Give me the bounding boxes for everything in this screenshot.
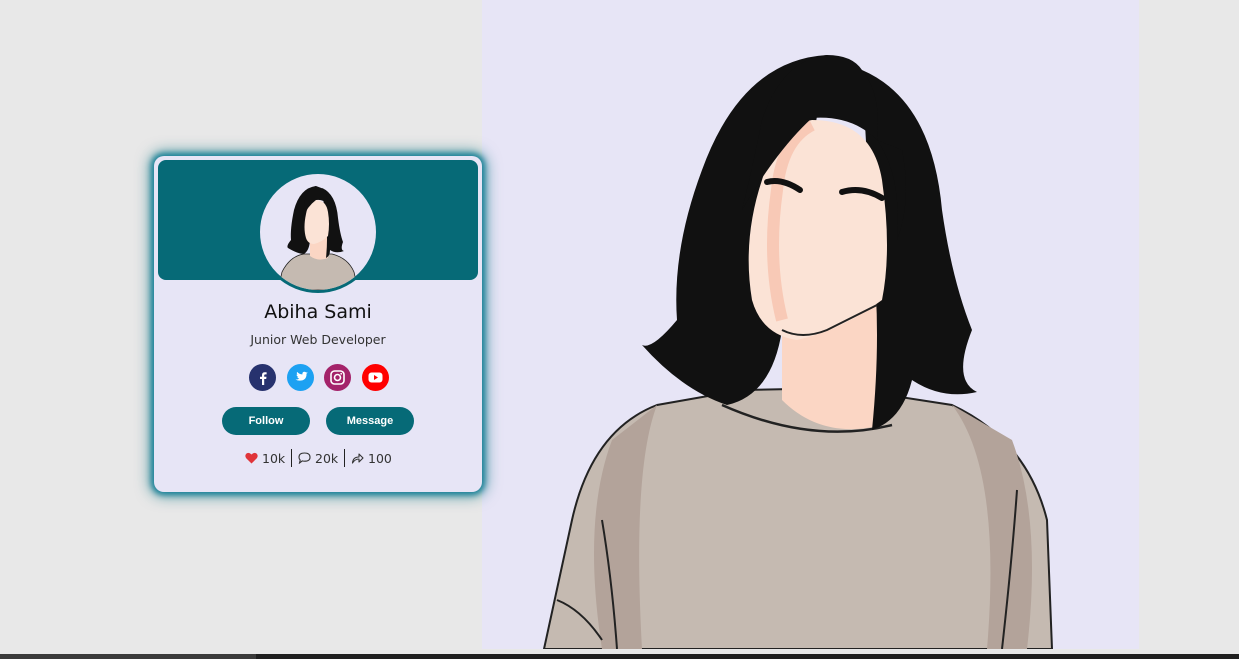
social-links xyxy=(249,364,389,392)
shares-count: 100 xyxy=(368,450,392,466)
instagram-icon xyxy=(330,370,345,385)
message-button[interactable]: Message xyxy=(326,407,414,435)
profile-role: Junior Web Developer xyxy=(250,332,386,347)
avatar xyxy=(257,171,379,293)
profile-card: Abiha Sami Junior Web Developer Follow M… xyxy=(154,156,482,492)
illustration-panel xyxy=(482,0,1139,649)
follow-button[interactable]: Follow xyxy=(222,407,310,435)
youtube-link[interactable] xyxy=(362,364,389,391)
youtube-icon xyxy=(368,372,383,383)
stat-divider xyxy=(291,449,292,467)
twitter-link[interactable] xyxy=(287,364,314,391)
comments-stat[interactable]: 20k xyxy=(298,448,338,468)
shares-stat[interactable]: 100 xyxy=(351,448,392,468)
facebook-icon xyxy=(259,371,267,385)
instagram-link[interactable] xyxy=(324,364,351,391)
profile-name: Abiha Sami xyxy=(264,301,372,323)
heart-icon xyxy=(245,452,258,464)
twitter-icon xyxy=(295,371,308,381)
bottom-taskbar xyxy=(0,654,1239,659)
stat-divider xyxy=(344,449,345,467)
likes-stat[interactable]: 10k xyxy=(245,448,285,468)
share-icon xyxy=(351,453,364,464)
woman-illustration xyxy=(542,55,1054,649)
comment-icon xyxy=(298,452,311,464)
facebook-link[interactable] xyxy=(249,364,276,391)
stats-row: 10k 20k 100 xyxy=(154,448,482,468)
likes-count: 10k xyxy=(262,450,286,466)
comments-count: 20k xyxy=(315,450,339,466)
